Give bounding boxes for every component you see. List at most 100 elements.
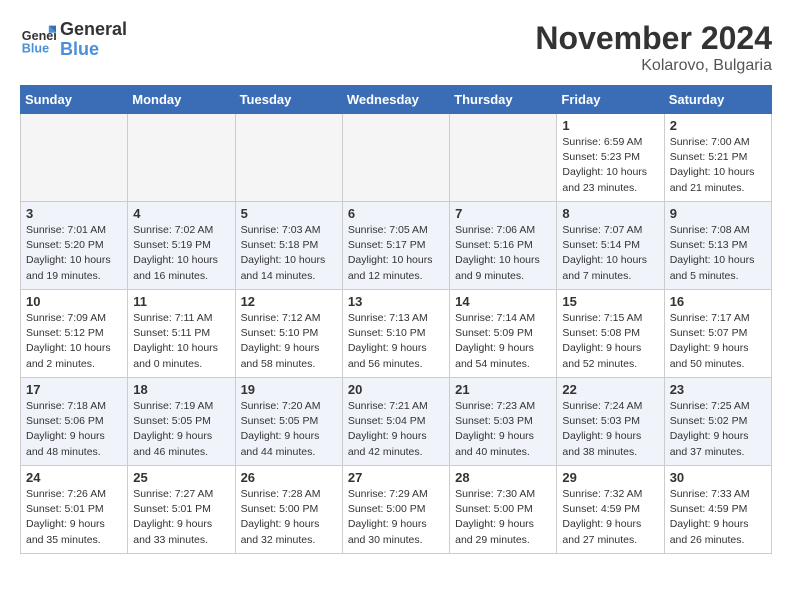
day-cell: 15Sunrise: 7:15 AM Sunset: 5:08 PM Dayli… (557, 290, 664, 378)
day-cell: 1Sunrise: 6:59 AM Sunset: 5:23 PM Daylig… (557, 114, 664, 202)
header-cell-friday: Friday (557, 86, 664, 114)
week-row-5: 24Sunrise: 7:26 AM Sunset: 5:01 PM Dayli… (21, 466, 772, 554)
day-info: Sunrise: 7:28 AM Sunset: 5:00 PM Dayligh… (241, 487, 337, 548)
day-info: Sunrise: 7:17 AM Sunset: 5:07 PM Dayligh… (670, 311, 766, 372)
day-info: Sunrise: 7:06 AM Sunset: 5:16 PM Dayligh… (455, 223, 551, 284)
day-info: Sunrise: 7:15 AM Sunset: 5:08 PM Dayligh… (562, 311, 658, 372)
day-cell: 3 Sunrise: 7:01 AM Sunset: 5:20 PM Daylig… (21, 202, 128, 290)
day-number: 19 (241, 382, 337, 397)
day-cell: 25Sunrise: 7:27 AM Sunset: 5:01 PM Dayli… (128, 466, 235, 554)
day-info: Sunrise: 7:03 AM Sunset: 5:18 PM Dayligh… (241, 223, 337, 284)
location: Kolarovo, Bulgaria (535, 57, 772, 75)
day-cell: 6 Sunrise: 7:05 AM Sunset: 5:17 PM Daylig… (342, 202, 449, 290)
day-cell: 8 Sunrise: 7:07 AM Sunset: 5:14 PM Daylig… (557, 202, 664, 290)
day-cell: 9Sunrise: 7:08 AM Sunset: 5:13 PM Daylig… (664, 202, 771, 290)
day-info: Sunrise: 7:07 AM Sunset: 5:14 PM Dayligh… (562, 223, 658, 284)
day-cell: 4Sunrise: 7:02 AM Sunset: 5:19 PM Daylig… (128, 202, 235, 290)
logo-icon: General Blue (20, 22, 56, 58)
day-cell (128, 114, 235, 202)
header-cell-monday: Monday (128, 86, 235, 114)
logo-text: General Blue (60, 20, 127, 60)
day-cell: 28 Sunrise: 7:30 AM Sunset: 5:00 PM Dayli… (450, 466, 557, 554)
day-info: Sunrise: 7:24 AM Sunset: 5:03 PM Dayligh… (562, 399, 658, 460)
header-cell-wednesday: Wednesday (342, 86, 449, 114)
day-number: 5 (241, 206, 337, 221)
day-cell: 19 Sunrise: 7:20 AM Sunset: 5:05 PM Dayli… (235, 378, 342, 466)
day-info: Sunrise: 7:09 AM Sunset: 5:12 PM Dayligh… (26, 311, 122, 372)
day-number: 11 (133, 294, 229, 309)
week-row-3: 10 Sunrise: 7:09 AM Sunset: 5:12 PM Dayli… (21, 290, 772, 378)
day-number: 14 (455, 294, 551, 309)
header-cell-saturday: Saturday (664, 86, 771, 114)
day-cell: 24Sunrise: 7:26 AM Sunset: 5:01 PM Dayli… (21, 466, 128, 554)
day-number: 20 (348, 382, 444, 397)
day-info: Sunrise: 7:25 AM Sunset: 5:02 PM Dayligh… (670, 399, 766, 460)
day-cell: 30 Sunrise: 7:33 AM Sunset: 4:59 PM Dayli… (664, 466, 771, 554)
day-cell (21, 114, 128, 202)
day-number: 7 (455, 206, 551, 221)
day-info: Sunrise: 7:02 AM Sunset: 5:19 PM Dayligh… (133, 223, 229, 284)
day-cell: 18Sunrise: 7:19 AM Sunset: 5:05 PM Dayli… (128, 378, 235, 466)
day-cell: 11 Sunrise: 7:11 AM Sunset: 5:11 PM Dayli… (128, 290, 235, 378)
day-number: 9 (670, 206, 766, 221)
day-info: Sunrise: 7:32 AM Sunset: 4:59 PM Dayligh… (562, 487, 658, 548)
day-cell: 20Sunrise: 7:21 AM Sunset: 5:04 PM Dayli… (342, 378, 449, 466)
day-number: 25 (133, 470, 229, 485)
week-row-2: 3 Sunrise: 7:01 AM Sunset: 5:20 PM Daylig… (21, 202, 772, 290)
day-number: 17 (26, 382, 122, 397)
day-info: Sunrise: 7:20 AM Sunset: 5:05 PM Dayligh… (241, 399, 337, 460)
day-cell: 10 Sunrise: 7:09 AM Sunset: 5:12 PM Dayli… (21, 290, 128, 378)
day-number: 18 (133, 382, 229, 397)
day-number: 26 (241, 470, 337, 485)
week-row-1: 1Sunrise: 6:59 AM Sunset: 5:23 PM Daylig… (21, 114, 772, 202)
day-info: Sunrise: 7:12 AM Sunset: 5:10 PM Dayligh… (241, 311, 337, 372)
logo-blue-text: Blue (60, 40, 127, 60)
svg-text:Blue: Blue (22, 41, 49, 55)
day-info: Sunrise: 7:05 AM Sunset: 5:17 PM Dayligh… (348, 223, 444, 284)
day-cell (450, 114, 557, 202)
day-cell: 2Sunrise: 7:00 AM Sunset: 5:21 PM Daylig… (664, 114, 771, 202)
day-number: 10 (26, 294, 122, 309)
day-cell: 14Sunrise: 7:14 AM Sunset: 5:09 PM Dayli… (450, 290, 557, 378)
day-number: 21 (455, 382, 551, 397)
title-area: November 2024 Kolarovo, Bulgaria (535, 20, 772, 75)
day-number: 8 (562, 206, 658, 221)
day-number: 6 (348, 206, 444, 221)
day-info: Sunrise: 7:23 AM Sunset: 5:03 PM Dayligh… (455, 399, 551, 460)
day-cell: 27 Sunrise: 7:29 AM Sunset: 5:00 PM Dayli… (342, 466, 449, 554)
day-number: 29 (562, 470, 658, 485)
day-number: 16 (670, 294, 766, 309)
day-number: 23 (670, 382, 766, 397)
day-number: 27 (348, 470, 444, 485)
day-info: Sunrise: 7:11 AM Sunset: 5:11 PM Dayligh… (133, 311, 229, 372)
day-cell: 26 Sunrise: 7:28 AM Sunset: 5:00 PM Dayli… (235, 466, 342, 554)
calendar-body: 1Sunrise: 6:59 AM Sunset: 5:23 PM Daylig… (21, 114, 772, 554)
day-cell: 29 Sunrise: 7:32 AM Sunset: 4:59 PM Dayli… (557, 466, 664, 554)
day-info: Sunrise: 7:01 AM Sunset: 5:20 PM Dayligh… (26, 223, 122, 284)
day-cell (235, 114, 342, 202)
day-cell (342, 114, 449, 202)
day-info: Sunrise: 7:30 AM Sunset: 5:00 PM Dayligh… (455, 487, 551, 548)
day-number: 28 (455, 470, 551, 485)
header-cell-sunday: Sunday (21, 86, 128, 114)
day-info: Sunrise: 7:29 AM Sunset: 5:00 PM Dayligh… (348, 487, 444, 548)
day-info: Sunrise: 7:33 AM Sunset: 4:59 PM Dayligh… (670, 487, 766, 548)
day-info: Sunrise: 7:18 AM Sunset: 5:06 PM Dayligh… (26, 399, 122, 460)
day-number: 12 (241, 294, 337, 309)
day-number: 3 (26, 206, 122, 221)
day-number: 30 (670, 470, 766, 485)
day-cell: 13Sunrise: 7:13 AM Sunset: 5:10 PM Dayli… (342, 290, 449, 378)
calendar-table: SundayMondayTuesdayWednesdayThursdayFrid… (20, 85, 772, 554)
header-cell-tuesday: Tuesday (235, 86, 342, 114)
day-cell: 16 Sunrise: 7:17 AM Sunset: 5:07 PM Dayli… (664, 290, 771, 378)
logo: General Blue General Blue (20, 20, 127, 60)
day-cell: 23 Sunrise: 7:25 AM Sunset: 5:02 PM Dayli… (664, 378, 771, 466)
day-cell: 21 Sunrise: 7:23 AM Sunset: 5:03 PM Dayli… (450, 378, 557, 466)
month-title: November 2024 (535, 20, 772, 57)
calendar-header: SundayMondayTuesdayWednesdayThursdayFrid… (21, 86, 772, 114)
day-number: 1 (562, 118, 658, 133)
header-row: SundayMondayTuesdayWednesdayThursdayFrid… (21, 86, 772, 114)
header-cell-thursday: Thursday (450, 86, 557, 114)
day-info: Sunrise: 7:26 AM Sunset: 5:01 PM Dayligh… (26, 487, 122, 548)
day-number: 2 (670, 118, 766, 133)
